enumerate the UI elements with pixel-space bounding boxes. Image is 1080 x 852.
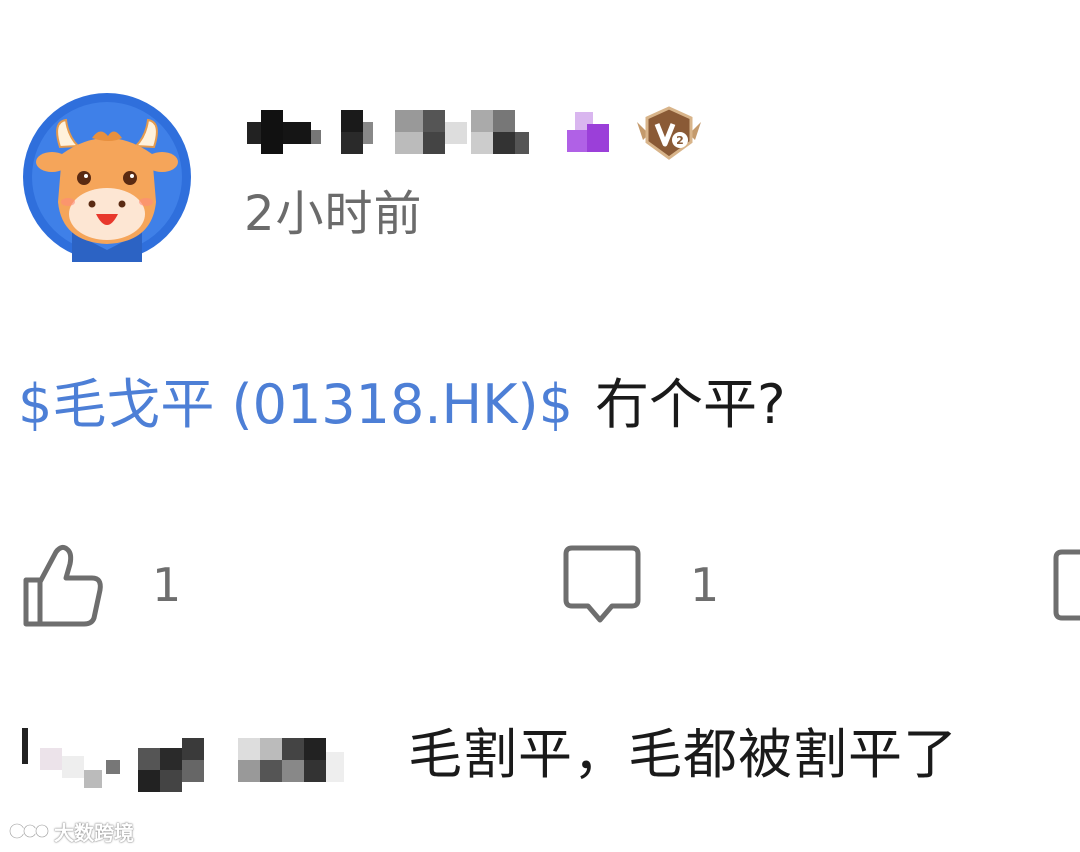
action-bar: 1 1 bbox=[0, 540, 1080, 630]
share-button[interactable] bbox=[1050, 540, 1080, 630]
post-time: 2小时前 bbox=[244, 186, 423, 242]
thumbs-up-icon bbox=[23, 544, 103, 627]
reply-text: 毛割平，毛都被割平了 bbox=[408, 723, 958, 786]
reply-item[interactable]: 毛割平，毛都被割平了 bbox=[20, 720, 1080, 800]
obscured-reply-username bbox=[22, 728, 344, 792]
bull-avatar-icon bbox=[23, 93, 191, 262]
post-card: 2 2小时前 $毛戈平 (01318.HK)$ 冇个平? 1 1 毛割平，毛都被… bbox=[0, 0, 1080, 852]
comment-icon bbox=[563, 545, 641, 623]
like-count: 1 bbox=[152, 558, 182, 612]
obscured-username bbox=[247, 110, 609, 154]
stock-tag-link[interactable]: $毛戈平 (01318.HK)$ bbox=[18, 373, 573, 436]
watermark-logo-icon bbox=[8, 822, 50, 840]
avatar[interactable] bbox=[22, 92, 192, 262]
comment-count: 1 bbox=[690, 558, 720, 612]
post-text: 冇个平? bbox=[594, 373, 786, 436]
comment-button[interactable]: 1 bbox=[560, 540, 719, 630]
author-name[interactable]: 2 bbox=[245, 100, 715, 175]
level-badge-icon: 2 bbox=[637, 106, 701, 160]
share-icon bbox=[1053, 549, 1080, 621]
post-content: $毛戈平 (01318.HK)$ 冇个平? bbox=[18, 378, 786, 432]
watermark-text: 大数跨境 bbox=[54, 820, 134, 845]
like-button[interactable]: 1 bbox=[22, 540, 181, 630]
svg-text:2: 2 bbox=[676, 134, 684, 147]
watermark: 大数跨境 bbox=[8, 818, 134, 845]
